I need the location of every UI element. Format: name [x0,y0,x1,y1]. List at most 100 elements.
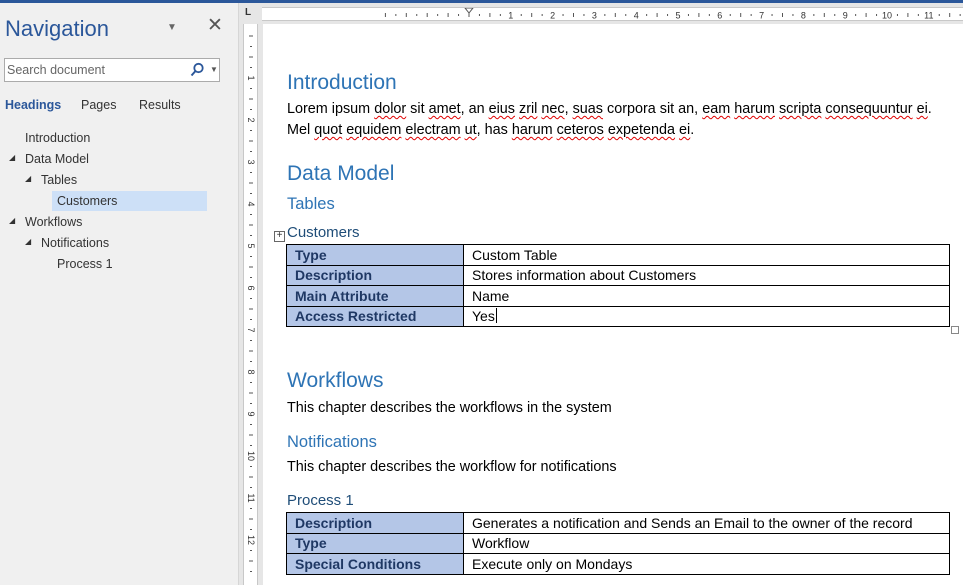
ruler-number: 6 [717,11,722,21]
misspelled-word: eius [488,101,515,117]
ruler-number: 11 [246,493,256,502]
table-value-cell[interactable]: Custom Table [463,244,950,266]
nav-heading-item[interactable]: ◢ Workflows [0,212,239,232]
text-run: , an [460,101,489,117]
ruler-number: 10 [882,11,892,21]
table-move-handle-icon[interactable]: + [274,231,285,242]
process-table[interactable]: Description Generates a notification and … [286,512,950,575]
misspelled-word: nec [541,101,565,117]
nav-heading-label: Notifications [41,236,110,250]
ruler-number: 10 [246,451,256,461]
search-icon[interactable] [189,62,205,78]
table-key-cell[interactable]: Description [286,264,464,286]
nav-pane-close-icon[interactable]: ✕ [207,16,223,36]
table-key-cell[interactable]: Access Restricted [286,305,464,327]
vertical-ruler[interactable]: 1 2 3 4 5 6 7 8 9 10 11 12 [243,24,258,585]
table-value-text: Generates a notification and Sends an Em… [472,514,913,531]
nav-heading-item[interactable]: ◢ Tables [0,170,239,190]
table-resize-handle[interactable] [951,326,959,334]
notifications-paragraph[interactable]: This chapter describes the workflow for … [287,457,957,478]
misspelled-word: harum [511,122,553,138]
heading-workflows[interactable]: Workflows [287,369,383,393]
table-row[interactable]: Main Attribute Name [286,285,950,307]
text-run: corpora sit an, [603,101,703,117]
nav-heading-label: Tables [41,173,78,187]
table-key-cell[interactable]: Type [286,244,464,266]
table-row[interactable]: Description Stores information about Cust… [286,264,950,286]
ruler-number: 4 [634,11,639,21]
tab-selector-icon[interactable]: L [245,7,257,19]
heading-data-model[interactable]: Data Model [287,162,394,186]
expand-arrow-icon[interactable]: ◢ [9,149,15,167]
ruler-number: 12 [246,535,256,545]
table-value-text: Stores information about Customers [472,267,697,284]
table-value-cell[interactable]: Stores information about Customers [463,264,950,286]
nav-heading-item[interactable]: ◢ Notifications [0,233,239,253]
misspelled-word: eam [702,101,731,117]
misspelled-word: zril [519,101,538,117]
table-key-cell[interactable]: Main Attribute [286,285,464,307]
text-run: . [690,122,695,138]
table-row[interactable]: Special Conditions Execute only on Monday… [286,553,950,575]
expand-arrow-icon[interactable]: ◢ [25,170,31,188]
search-options-chevron-down-icon[interactable]: ▼ [210,65,218,74]
horizontal-ruler[interactable]: 1 2 3 4 5 6 7 8 9 10 11 [262,7,963,21]
nav-heading-label: Data Model [25,152,89,166]
text-run: sit [406,101,429,117]
misspelled-word: quot [314,122,343,138]
ruler-number: 3 [246,159,256,164]
table-key-cell[interactable]: Description [286,512,464,534]
workflows-paragraph[interactable]: This chapter describes the workflows in … [287,398,957,419]
table-row[interactable]: Type Custom Table [286,244,950,266]
misspelled-word: dolor [374,101,407,117]
table-value-cell[interactable]: Workflow [463,532,950,554]
misspelled-word: expetenda [607,122,676,138]
table-row[interactable]: Type Workflow [286,532,950,554]
tab-headings[interactable]: Headings [5,98,61,112]
nav-pane-title: Navigation [5,16,109,41]
table-value-text: Custom Table [472,246,558,263]
search-input[interactable] [7,62,183,78]
search-box[interactable]: ▼ [4,58,220,82]
table-value-text: Execute only on Mondays [472,555,633,572]
table-key-cell[interactable]: Special Conditions [286,553,464,575]
ruler-number: 2 [246,117,256,122]
ruler-number: 11 [924,11,933,21]
nav-heading-item[interactable]: Customers [0,191,239,211]
misspelled-word: ceteros [556,122,604,138]
ruler-number: 8 [801,11,806,21]
nav-heading-item[interactable]: ◢ Data Model [0,149,239,169]
ruler-number: 7 [759,11,764,21]
table-value-cell[interactable]: Execute only on Mondays [463,553,950,575]
nav-heading-item[interactable]: Process 1 [0,254,239,274]
misspelled-word: ut [464,122,477,138]
nav-heading-item[interactable]: Introduction [0,128,239,148]
expand-arrow-icon[interactable]: ◢ [9,212,15,230]
table-value-cell[interactable]: Generates a notification and Sends an Em… [463,512,950,534]
heading-introduction[interactable]: Introduction [287,71,397,95]
table-row[interactable]: Access Restricted Yes [286,305,950,327]
table-row[interactable]: Description Generates a notification and … [286,512,950,534]
expand-arrow-icon[interactable]: ◢ [25,233,31,251]
misspelled-word: amet [428,101,461,117]
customers-table[interactable]: Type Custom Table Description Stores inform… [286,244,950,327]
heading-customers[interactable]: Customers [287,224,360,241]
heading-tables[interactable]: Tables [287,195,335,214]
table-key-cell[interactable]: Type [286,532,464,554]
tab-results[interactable]: Results [139,98,181,112]
nav-pane-options-chevron-down-icon[interactable]: ▼ [167,22,177,33]
ruler-number: 8 [246,369,256,374]
ruler-number: 1 [508,11,513,21]
table-value-cell[interactable]: Name [463,285,950,307]
table-value-cell[interactable]: Yes [463,305,950,327]
heading-process-1[interactable]: Process 1 [287,492,354,509]
document-page[interactable]: Introduction Lorem ipsum dolor sit amet,… [263,24,963,585]
text-run: , has [476,122,512,138]
intro-paragraph[interactable]: Lorem ipsum dolor sit amet, an eius zril… [287,99,957,141]
heading-notifications[interactable]: Notifications [287,433,377,452]
tab-pages[interactable]: Pages [81,98,116,112]
misspelled-word: suas [572,101,603,117]
misspelled-word: ei [916,101,928,117]
table-value-text: Workflow [472,535,530,552]
ruler-number: 2 [550,11,555,21]
